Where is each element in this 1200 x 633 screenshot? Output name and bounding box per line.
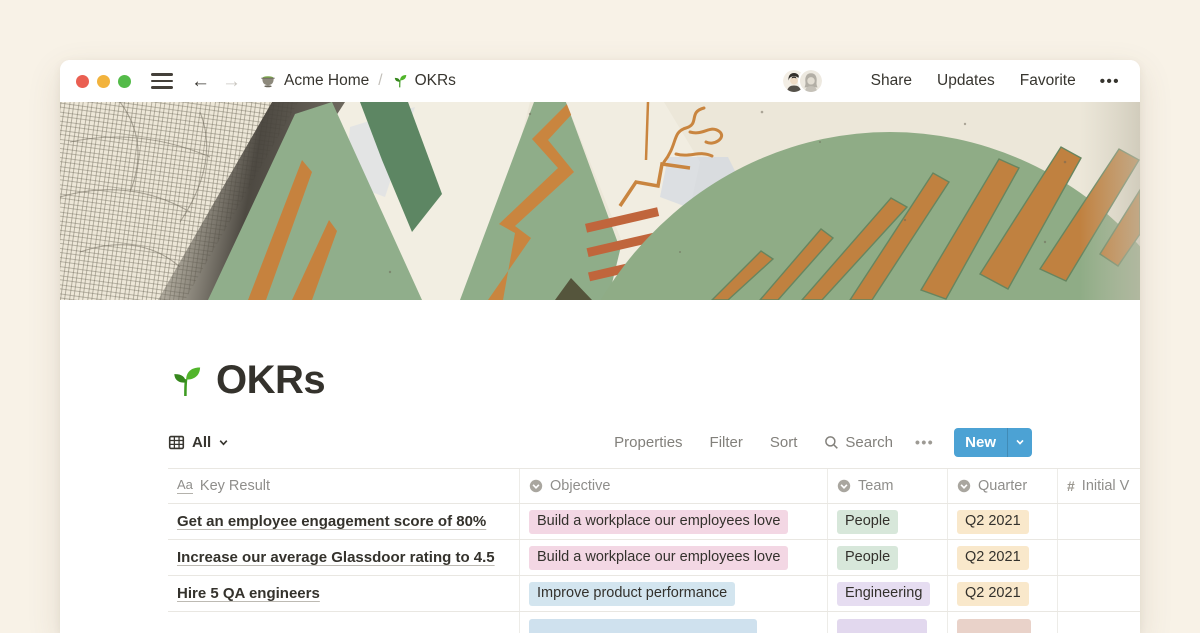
select-property-icon	[837, 479, 851, 493]
number-property-icon: #	[1067, 478, 1075, 494]
properties-button[interactable]: Properties	[614, 434, 682, 451]
toolbar-more-icon[interactable]: •••	[915, 434, 934, 450]
search-button[interactable]: Search	[824, 434, 893, 451]
topbar-actions: Share Updates Favorite •••	[781, 68, 1120, 94]
quarter-tag[interactable]: Q2 2021	[957, 582, 1029, 606]
column-header-objective[interactable]: Objective	[520, 469, 828, 503]
new-button-dropdown[interactable]	[1007, 428, 1032, 457]
text-property-icon: Aa	[177, 478, 193, 494]
table-row-partial	[168, 612, 1140, 626]
chevron-down-icon	[218, 437, 229, 448]
column-header-initial-value[interactable]: # Initial V	[1058, 469, 1140, 503]
filter-button[interactable]: Filter	[710, 434, 743, 451]
table-row: Increase our average Glassdoor rating to…	[168, 540, 1140, 576]
team-tag[interactable]: People	[837, 510, 898, 534]
seedling-icon	[392, 73, 408, 89]
breadcrumb: Acme Home / OKRs	[259, 72, 456, 90]
initial-value-cell[interactable]	[1058, 504, 1140, 539]
select-property-icon	[957, 479, 971, 493]
team-tag[interactable]: People	[837, 546, 898, 570]
breadcrumb-home[interactable]: Acme Home	[284, 72, 369, 90]
view-selector[interactable]: All	[168, 434, 229, 451]
objective-tag[interactable]	[529, 619, 757, 633]
objective-tag[interactable]: Build a workplace our employees love	[529, 510, 788, 534]
search-icon	[824, 435, 839, 450]
key-result-title[interactable]: Increase our average Glassdoor rating to…	[177, 549, 495, 566]
avatar-group	[781, 68, 824, 94]
chevron-down-icon	[1015, 437, 1025, 447]
initial-value-cell[interactable]	[1058, 540, 1140, 575]
key-result-title[interactable]: Get an employee engagement score of 80%	[177, 513, 486, 530]
objective-tag[interactable]: Improve product performance	[529, 582, 735, 606]
back-icon[interactable]: ←	[191, 72, 210, 91]
updates-button[interactable]: Updates	[937, 72, 995, 90]
quarter-tag[interactable]	[957, 619, 1031, 633]
database-toolbar: All Properties Filter Sort Search ••• Ne…	[168, 427, 1032, 457]
page-title: OKRs	[216, 358, 325, 403]
breadcrumb-page[interactable]: OKRs	[415, 72, 456, 90]
minimize-window-button[interactable]	[97, 75, 110, 88]
toolbar-actions: Properties Filter Sort Search ••• New	[587, 428, 1032, 457]
sort-button[interactable]: Sort	[770, 434, 798, 451]
window-topbar: ← → Acme Home / OKRs Share Upda	[60, 60, 1140, 102]
column-header-team[interactable]: Team	[828, 469, 948, 503]
quarter-tag[interactable]: Q2 2021	[957, 546, 1029, 570]
page-title-row: OKRs	[168, 358, 1140, 403]
quarter-tag[interactable]: Q2 2021	[957, 510, 1029, 534]
page-content: OKRs All Properties Filter Sort Search •…	[60, 358, 1140, 626]
favorite-button[interactable]: Favorite	[1020, 72, 1076, 90]
team-tag[interactable]	[837, 619, 927, 633]
table-row: Hire 5 QA engineers Improve product perf…	[168, 576, 1140, 612]
okr-table: Aa Key Result Objective Team Quarter #	[168, 468, 1140, 626]
app-window: ← → Acme Home / OKRs Share Upda	[60, 60, 1140, 633]
page-cover-image[interactable]	[60, 102, 1140, 300]
column-header-key-result[interactable]: Aa Key Result	[168, 469, 520, 503]
more-options-icon[interactable]: •••	[1100, 73, 1120, 90]
objective-tag[interactable]: Build a workplace our employees love	[529, 546, 788, 570]
select-property-icon	[529, 479, 543, 493]
column-header-quarter[interactable]: Quarter	[948, 469, 1058, 503]
table-header-row: Aa Key Result Objective Team Quarter #	[168, 468, 1140, 504]
new-button[interactable]: New	[954, 428, 1032, 457]
initial-value-cell[interactable]	[1058, 576, 1140, 611]
table-view-icon	[168, 434, 185, 451]
breadcrumb-separator: /	[378, 72, 382, 90]
forward-icon[interactable]: →	[222, 72, 241, 91]
avatar[interactable]	[798, 68, 824, 94]
team-tag[interactable]: Engineering	[837, 582, 930, 606]
table-row: Get an employee engagement score of 80% …	[168, 504, 1140, 540]
seedling-page-icon[interactable]	[168, 363, 204, 399]
close-window-button[interactable]	[76, 75, 89, 88]
menu-icon[interactable]	[151, 73, 173, 89]
key-result-title[interactable]: Hire 5 QA engineers	[177, 585, 320, 602]
view-name: All	[192, 434, 211, 451]
zoom-window-button[interactable]	[118, 75, 131, 88]
share-button[interactable]: Share	[871, 72, 912, 90]
traffic-lights	[76, 75, 131, 88]
pot-icon	[259, 72, 277, 90]
